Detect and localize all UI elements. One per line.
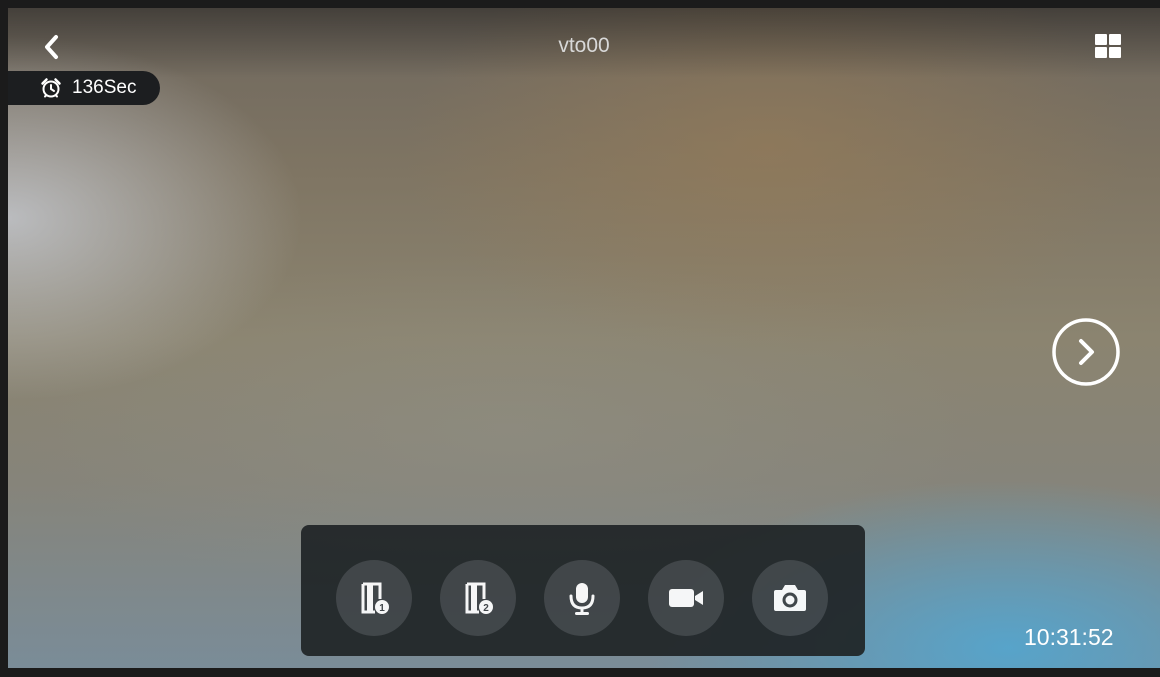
video-feed: vto00 136Sec 1 2 10:31:52 xyxy=(8,8,1160,668)
chevron-right-circle-icon xyxy=(1052,318,1120,386)
next-device-button[interactable] xyxy=(1051,317,1121,387)
microphone-button[interactable] xyxy=(544,560,620,636)
alarm-clock-icon xyxy=(41,78,61,98)
video-camera-icon xyxy=(669,589,703,607)
app-frame: vto00 136Sec 1 2 10:31:52 xyxy=(0,0,1160,677)
grid-four-icon xyxy=(1095,34,1107,45)
camera-icon xyxy=(774,585,806,611)
timer-value: 136Sec xyxy=(72,77,137,98)
clock-time: 10:31:52 xyxy=(1024,624,1114,650)
svg-text:2: 2 xyxy=(483,603,489,614)
snapshot-button[interactable] xyxy=(752,560,828,636)
unlock-door-1-button[interactable]: 1 xyxy=(336,560,412,636)
record-video-button[interactable] xyxy=(648,560,724,636)
microphone-icon xyxy=(569,583,595,615)
unlock-door-2-button[interactable]: 2 xyxy=(440,560,516,636)
call-timer: 136Sec xyxy=(8,71,160,105)
door-1-icon: 1 xyxy=(361,582,389,614)
svg-text:1: 1 xyxy=(379,603,385,614)
call-toolbar: 1 2 xyxy=(301,525,865,656)
layout-button[interactable] xyxy=(1095,34,1121,60)
device-title: vto00 xyxy=(558,34,610,57)
door-2-icon: 2 xyxy=(465,582,493,614)
